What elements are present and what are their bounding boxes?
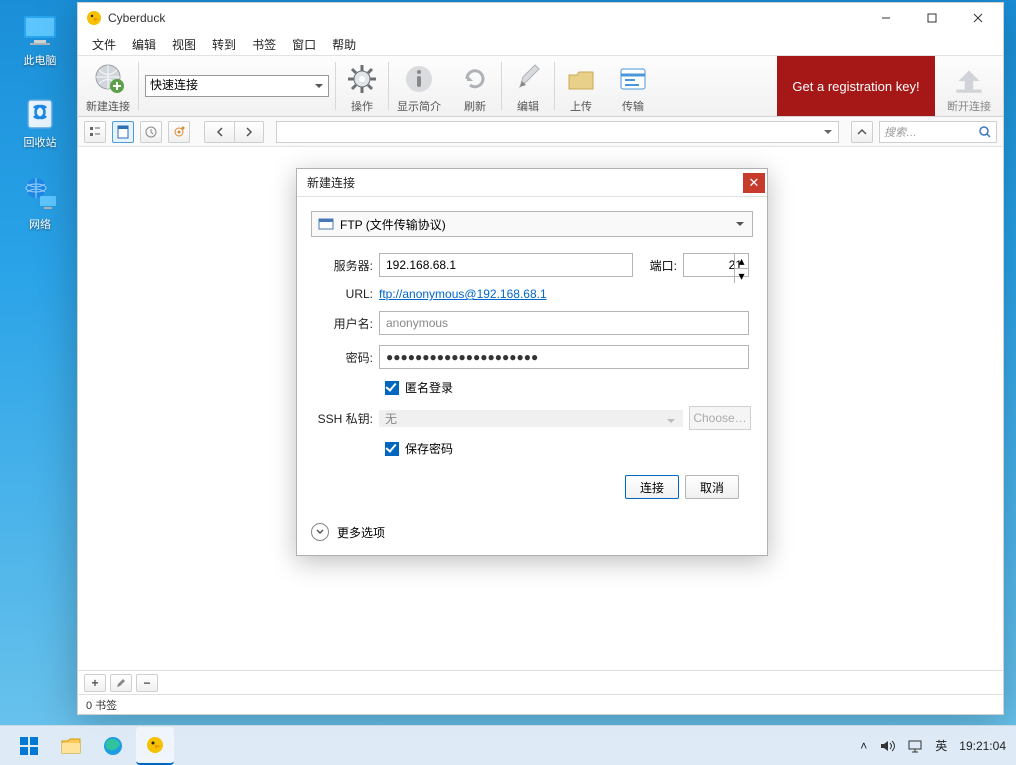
more-options-toggle[interactable] (311, 523, 329, 541)
desktop-icon-network[interactable]: 网络 (8, 174, 72, 232)
ssh-label: SSH 私钥: (311, 410, 379, 427)
search-icon (978, 125, 992, 139)
pb-outline-icon[interactable] (84, 121, 106, 143)
tb-action[interactable]: 操作 (336, 56, 388, 116)
desktop-label: 回收站 (24, 134, 57, 150)
dialog-title: 新建连接 (307, 174, 355, 191)
cyberduck-window: Cyberduck 文件 编辑 视图 转到 书签 窗口 帮助 新建连接 快速连接… (77, 2, 1004, 715)
bottombar: + − (78, 670, 1003, 694)
protocol-select[interactable]: FTP (文件传输协议) (311, 211, 753, 237)
tb-new-connection[interactable]: 新建连接 (78, 56, 138, 116)
tray-network-icon[interactable] (907, 738, 923, 754)
desktop-label: 网络 (29, 216, 51, 232)
server-input[interactable] (379, 253, 633, 277)
minimize-button[interactable] (863, 3, 909, 33)
connect-button[interactable]: 连接 (625, 475, 679, 499)
cancel-button[interactable]: 取消 (685, 475, 739, 499)
anonymous-checkbox[interactable] (385, 381, 399, 395)
registration-banner[interactable]: Get a registration key! (777, 56, 935, 116)
url-link[interactable]: ftp://anonymous@192.168.68.1 (379, 287, 547, 301)
ssh-choose-button: Choose… (689, 406, 751, 430)
save-password-checkbox[interactable] (385, 442, 399, 456)
pb-history-icon[interactable] (140, 121, 162, 143)
dialog-titlebar[interactable]: 新建连接 ✕ (297, 169, 767, 197)
tb-info[interactable]: 显示简介 (389, 56, 449, 116)
ssh-key-select: 无 (379, 410, 683, 427)
menu-go[interactable]: 转到 (204, 34, 244, 55)
path-select[interactable] (276, 121, 839, 143)
menu-file[interactable]: 文件 (84, 34, 124, 55)
username-input[interactable] (379, 311, 749, 335)
tb-cyberduck[interactable] (136, 727, 174, 765)
tb-edge[interactable] (94, 727, 132, 765)
ftp-icon (318, 216, 334, 232)
start-button[interactable] (10, 727, 48, 765)
tray-clock[interactable]: 19:21:04 (959, 739, 1006, 753)
search-input[interactable]: 搜索… (879, 121, 997, 143)
nav-up[interactable] (851, 121, 873, 143)
nav-forward[interactable] (234, 121, 264, 143)
nav-back[interactable] (204, 121, 234, 143)
tb-upload[interactable]: 上传 (555, 56, 607, 116)
port-label: 端口: (643, 257, 683, 274)
pathbar: 搜索… (78, 117, 1003, 147)
window-title: Cyberduck (108, 11, 165, 25)
more-options-label: 更多选项 (337, 524, 385, 541)
tray-volume-icon[interactable] (879, 738, 895, 754)
port-spinner[interactable]: ▴▾ (734, 254, 748, 276)
taskbar[interactable]: ˄ 英 19:21:04 (0, 725, 1016, 765)
titlebar[interactable]: Cyberduck (78, 3, 1003, 33)
url-label: URL: (311, 287, 379, 301)
save-password-label: 保存密码 (405, 440, 453, 457)
desktop-label: 此电脑 (24, 52, 57, 68)
tb-transfer[interactable]: 传输 (607, 56, 659, 116)
desktop-icon-recycle[interactable]: 回收站 (8, 92, 72, 150)
menu-edit[interactable]: 编辑 (124, 34, 164, 55)
pb-bookmark-icon[interactable] (112, 121, 134, 143)
server-label: 服务器: (311, 257, 379, 274)
password-input[interactable] (379, 345, 749, 369)
close-button[interactable] (955, 3, 1001, 33)
tb-disconnect[interactable]: 断开连接 (935, 56, 1003, 116)
status-bar: 0 书签 (78, 694, 1003, 714)
tray-chevron-icon[interactable]: ˄ (860, 739, 867, 753)
desktop-icon-this-pc[interactable]: 此电脑 (8, 10, 72, 68)
tray-ime[interactable]: 英 (935, 737, 947, 754)
toolbar: 新建连接 快速连接 操作 显示简介 刷新 编辑 上传 (78, 55, 1003, 117)
menu-window[interactable]: 窗口 (284, 34, 324, 55)
new-connection-dialog: 新建连接 ✕ FTP (文件传输协议) 服务器: 端口: ▴▾ URL: ftp… (296, 168, 768, 556)
anonymous-label: 匿名登录 (405, 379, 453, 396)
tb-explorer[interactable] (52, 727, 90, 765)
tb-edit[interactable]: 编辑 (502, 56, 554, 116)
quick-connect-select[interactable]: 快速连接 (145, 75, 329, 97)
pb-bonjour-icon[interactable] (168, 121, 190, 143)
menu-view[interactable]: 视图 (164, 34, 204, 55)
bb-add[interactable]: + (84, 674, 106, 692)
app-icon (86, 10, 102, 26)
bb-remove[interactable]: − (136, 674, 158, 692)
menubar: 文件 编辑 视图 转到 书签 窗口 帮助 (78, 33, 1003, 55)
menu-help[interactable]: 帮助 (324, 34, 364, 55)
tb-refresh[interactable]: 刷新 (449, 56, 501, 116)
menu-bookmark[interactable]: 书签 (244, 34, 284, 55)
maximize-button[interactable] (909, 3, 955, 33)
dialog-close-button[interactable]: ✕ (743, 173, 765, 193)
bb-edit[interactable] (110, 674, 132, 692)
user-label: 用户名: (311, 315, 379, 332)
pass-label: 密码: (311, 349, 379, 366)
